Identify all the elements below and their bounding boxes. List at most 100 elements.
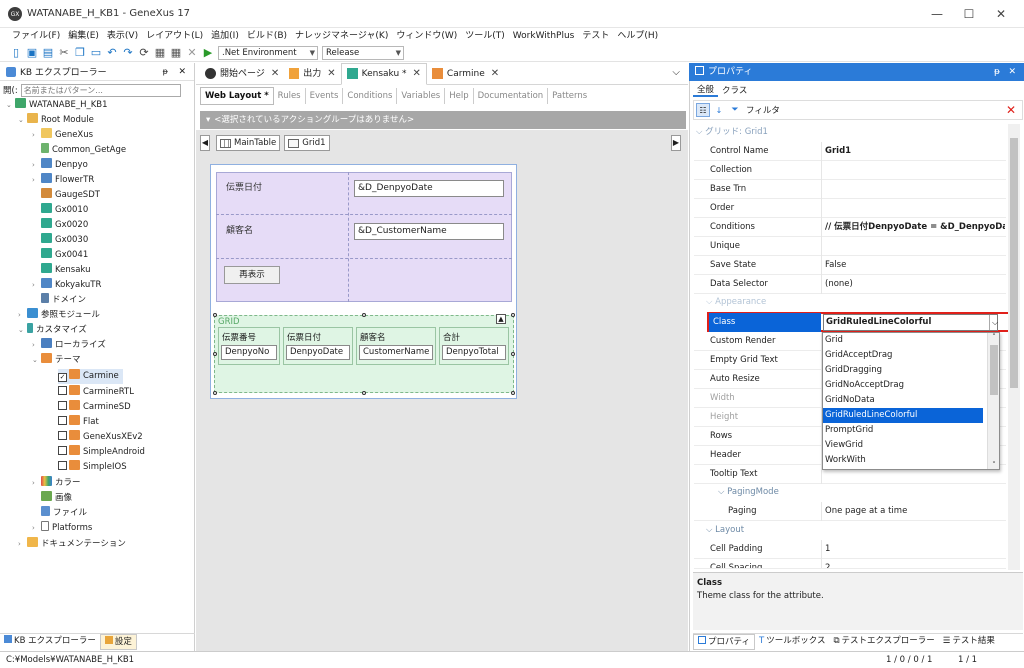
tab-start-page[interactable]: 開始ページ ✕ [200,63,284,85]
resize-handle[interactable] [213,352,217,356]
save-icon[interactable]: ▣ [25,46,39,60]
chevron-down-icon[interactable]: ⌵ [989,315,1000,330]
group-appearance[interactable]: ⌵ Appearance [706,293,766,312]
menu-build[interactable]: ビルド(B) [243,28,291,44]
menu-help[interactable]: ヘルプ(H) [613,28,662,44]
checkbox[interactable] [58,416,67,425]
run-icon[interactable]: ▶ [201,46,215,60]
tree-item-genexus[interactable]: › GeneXus [32,128,93,143]
rebuild-icon[interactable]: ▦ [169,46,183,60]
refresh-button[interactable]: 再表示 [224,266,280,284]
grid-cell-customer-name[interactable]: CustomerName [359,345,433,360]
group-paging-mode[interactable]: ⌵ PagingMode [718,483,779,502]
minimize-button[interactable]: — [922,5,952,23]
resize-handle[interactable] [362,313,366,317]
tree-item-genexusxev2[interactable]: GeneXusXEv2 [58,430,143,445]
resize-handle[interactable] [511,313,515,317]
clear-filter-icon[interactable]: ✕ [1006,103,1016,117]
grid-up-icon[interactable]: ▲ [496,314,506,324]
environment-select[interactable]: .Net Environment ▼ [218,45,318,60]
close-tab-icon[interactable]: ✕ [327,63,335,85]
cut-icon[interactable]: ✂ [57,46,71,60]
configuration-select[interactable]: Release ▼ [322,45,404,60]
subtab-help[interactable]: Help [445,88,474,104]
refresh-icon[interactable]: ⟳ [137,46,151,60]
subtab-documentation[interactable]: Documentation [474,88,549,104]
tree-item-files[interactable]: ファイル [41,506,87,521]
subtab-web-layout[interactable]: Web Layout * [200,87,274,105]
tree-item-root-module[interactable]: ⌄ Root Module [18,113,94,128]
paste-icon[interactable]: ▭ [89,46,103,60]
prop-row-unique[interactable]: Unique [694,237,1006,256]
tab-output[interactable]: 出力 ✕ [284,63,340,85]
tree-item-gx0030[interactable]: Gx0030 [41,233,88,248]
dropdown-option[interactable]: GridDragging [823,363,999,378]
dropdown-option[interactable]: GridNoAcceptDrag [823,378,999,393]
tree-item-carminesd[interactable]: CarmineSD [58,400,131,415]
prop-row-collection[interactable]: Collection [694,161,1006,180]
tab-kb-explorer[interactable]: KB エクスプローラー [0,634,100,650]
tree-item-gaugesdt[interactable]: GaugeSDT [41,188,100,203]
resize-handle[interactable] [362,391,366,395]
tree-item-images[interactable]: 画像 [41,491,72,506]
subtab-patterns[interactable]: Patterns [548,88,591,104]
checkbox[interactable] [58,431,67,440]
resize-handle[interactable] [213,313,217,317]
grid-column-denpyo-total[interactable]: 合計 DenpyoTotal [439,327,509,365]
grid-cell-denpyo-date[interactable]: DenpyoDate [286,345,350,360]
tree-item-gx0010[interactable]: Gx0010 [41,203,88,218]
redo-icon[interactable]: ↷ [121,46,135,60]
new-object-icon[interactable]: ▯ [9,46,23,60]
close-tab-icon[interactable]: ✕ [491,63,499,85]
checked-checkbox[interactable]: ✓ [58,373,67,382]
maximize-button[interactable]: ☐ [954,5,984,23]
tree-item-denpyo[interactable]: › Denpyo [32,158,88,173]
tree-item-platforms[interactable]: › Platforms [32,521,92,536]
tree-item-localize[interactable]: › ローカライズ [32,338,106,353]
tree-item-references[interactable]: › 参照モジュール [18,308,100,323]
tree-item-flowertr[interactable]: › FlowerTR [32,173,94,188]
grid-cell-denpyo-total[interactable]: DenpyoTotal [442,345,506,360]
tree-item-themes[interactable]: ⌄ テーマ [32,353,81,368]
resize-handle[interactable] [511,352,515,356]
menu-file[interactable]: ファイル(F) [8,28,64,44]
menu-insert[interactable]: 追加(I) [207,28,243,44]
prop-row-class[interactable]: Class GridRuledLineColorful ⌵ [694,313,1006,332]
chevron-up-icon[interactable]: ˄ [988,333,1000,341]
dropdown-option[interactable]: GridAcceptDrag [823,348,999,363]
prop-row-base-trn[interactable]: Base Trn [694,180,1006,199]
tab-general[interactable]: 全般 [693,83,719,97]
prop-row-cell-padding[interactable]: Cell Padding 1 [694,540,1006,559]
tree-item-flat[interactable]: Flat [58,415,99,430]
tab-class[interactable]: クラス [718,84,751,96]
subtab-variables[interactable]: Variables [397,88,446,104]
menu-window[interactable]: ウィンドウ(W) [392,28,461,44]
tree-item-simpleios[interactable]: SimpleIOS [58,460,127,475]
menu-knowledge-manager[interactable]: ナレッジマネージャ(K) [291,28,392,44]
action-group-bar[interactable]: ▾ <選択されているアクショングループはありません> [200,111,686,129]
menu-edit[interactable]: 編集(E) [64,28,103,44]
properties-scrollbar[interactable] [1008,124,1020,570]
menu-test[interactable]: テスト [578,28,613,44]
tab-settings[interactable]: 設定 [99,634,137,650]
pin-icon[interactable]: ᵽ [994,63,1000,81]
prop-row-order[interactable]: Order [694,199,1006,218]
grid-column-denpyo-date[interactable]: 伝票日付 DenpyoDate [283,327,353,365]
categorized-icon[interactable]: ☷ [696,103,710,117]
tree-item-customize[interactable]: ⌄ カスタマイズ [18,323,87,338]
tree-item-simpleandroid[interactable]: SimpleAndroid [58,445,145,460]
dropdown-option[interactable]: Grid [823,333,999,348]
tree-item-colors[interactable]: › カラー [32,476,81,491]
subtab-conditions[interactable]: Conditions [343,88,398,104]
tab-properties[interactable]: プロパティ [693,634,755,650]
breadcrumb-right-icon[interactable]: ▶ [671,135,681,151]
dropdown-option[interactable]: PromptGrid [823,423,999,438]
resize-handle[interactable] [511,391,515,395]
filter-icon[interactable]: ⏷ [728,103,742,117]
prop-row-save-state[interactable]: Save State False [694,256,1006,275]
chevron-down-icon[interactable]: ˅ [988,461,1000,469]
checkbox[interactable] [58,401,67,410]
copy-icon[interactable]: ❐ [73,46,87,60]
tab-test-results[interactable]: ☰ テスト結果 [939,634,999,650]
kb-search-input[interactable] [20,83,181,97]
